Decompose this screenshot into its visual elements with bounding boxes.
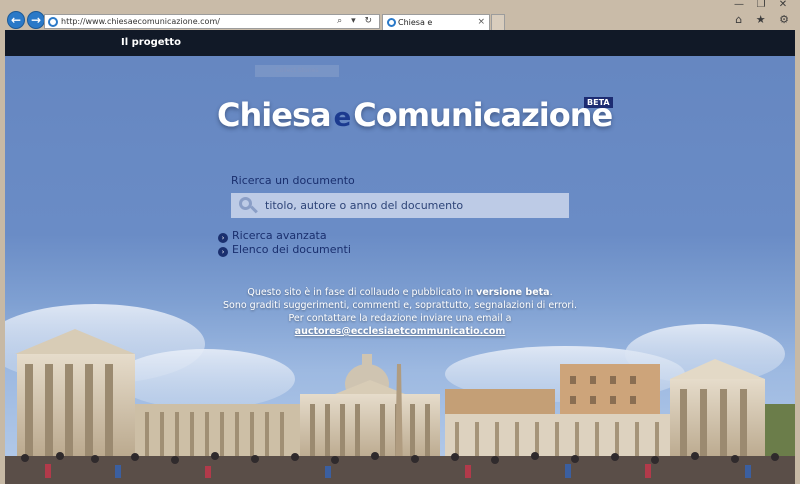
info-line-1: Questo sito è in fase di collaudo e pubb…: [247, 287, 553, 298]
maximize-icon[interactable]: ❐: [750, 0, 772, 10]
advanced-search-link[interactable]: › Ricerca avanzata: [218, 229, 327, 243]
logo-part-e: e: [333, 103, 352, 133]
search-label: Ricerca un documento: [231, 174, 355, 187]
nav-link-il-progetto[interactable]: Il progetto: [121, 37, 181, 48]
browser-tab[interactable]: Chiesa e comunicazione ×: [382, 14, 490, 42]
arrow-left-icon: ←: [10, 13, 22, 27]
browser-chrome: ← → http://www.chiesaecomunicazione.com/…: [0, 0, 800, 42]
site-favicon-icon: [48, 17, 58, 27]
info-line-3: Per contattare la redazione inviare una …: [288, 313, 512, 324]
address-tools[interactable]: ⌕ ▾ ↻: [337, 15, 375, 28]
logo-part-comunicazione: Comunicazione: [353, 96, 613, 134]
address-url: http://www.chiesaecomunicazione.com/: [61, 17, 220, 26]
back-button[interactable]: ←: [7, 11, 25, 29]
window-controls: — ❐ ✕: [728, 0, 794, 10]
site-logo[interactable]: Chiesa eComunicazione: [217, 96, 613, 134]
browser-toolbar-icons[interactable]: ⌂ ★ ⚙: [735, 13, 794, 26]
advanced-search-label: Ricerca avanzata: [232, 229, 327, 242]
search-input[interactable]: [231, 193, 569, 218]
chevron-right-icon: ›: [218, 233, 228, 243]
contact-email-link[interactable]: auctores@ecclesiaetcommunicatio.com: [195, 325, 605, 338]
forward-button[interactable]: →: [27, 11, 45, 29]
tab-favicon-icon: [387, 18, 396, 27]
info-line-2: Sono graditi suggerimenti, commenti e, s…: [222, 300, 577, 311]
document-list-link[interactable]: › Elenco dei documenti: [218, 243, 351, 257]
beta-info-text: Questo sito è in fase di collaudo e pubb…: [195, 286, 605, 338]
new-tab-button[interactable]: [491, 14, 505, 30]
arrow-right-icon: →: [30, 13, 42, 27]
logo-part-chiesa: Chiesa: [217, 96, 332, 134]
minimize-icon[interactable]: —: [728, 0, 750, 10]
page: Il progetto Collect Stories Chiesa eComun…: [5, 30, 795, 484]
beta-badge: BETA: [584, 97, 613, 108]
top-navigation-bar: Il progetto: [5, 30, 795, 56]
tab-close-icon[interactable]: ×: [477, 15, 485, 30]
close-window-icon[interactable]: ✕: [772, 0, 794, 10]
search-icon: [238, 197, 258, 215]
chevron-right-icon: ›: [218, 247, 228, 257]
ghost-label: Collect Stories: [255, 65, 339, 77]
address-bar[interactable]: http://www.chiesaecomunicazione.com/ ⌕ ▾…: [44, 14, 380, 29]
document-list-label: Elenco dei documenti: [232, 243, 351, 256]
